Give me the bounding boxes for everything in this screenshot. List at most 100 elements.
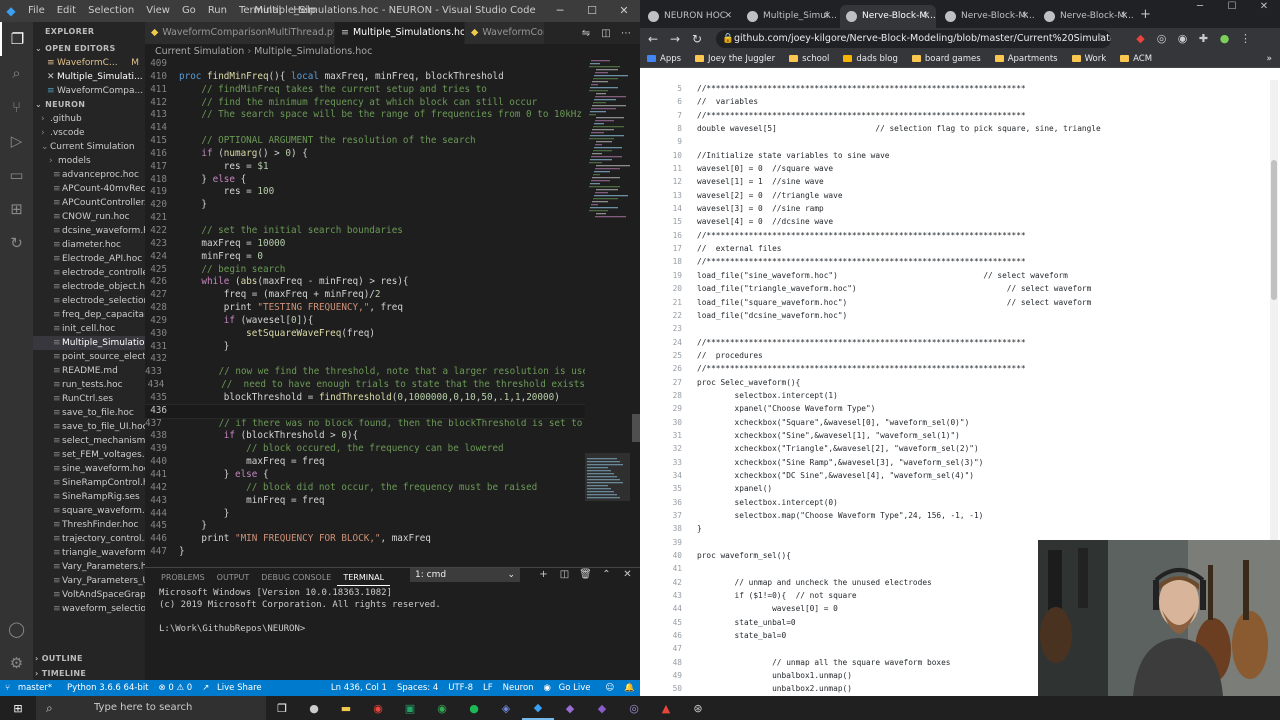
github-line-number[interactable]: 32 bbox=[657, 442, 697, 455]
menu-file[interactable]: File bbox=[22, 0, 51, 22]
github-line-number[interactable]: 25 bbox=[657, 349, 697, 362]
reload-icon[interactable]: ↻ bbox=[692, 28, 702, 50]
file-item[interactable]: ≡diameter.hoc bbox=[33, 238, 145, 252]
github-line-number[interactable]: 10 bbox=[657, 149, 697, 162]
browser-tab[interactable]: Nerve-Block-M... ✕ bbox=[1038, 5, 1134, 28]
go-live-item[interactable]: ◉ Go Live bbox=[539, 683, 601, 693]
browser-tab[interactable]: Multiple_Simul... ✕ bbox=[741, 5, 837, 28]
file-item[interactable]: ≡init_cell.hoc bbox=[33, 322, 145, 336]
github-line-number[interactable]: 20 bbox=[657, 282, 697, 295]
github-line-number[interactable]: 49 bbox=[657, 669, 697, 682]
close-icon[interactable]: ✕ bbox=[47, 70, 57, 84]
vscode-taskbar-icon[interactable]: ◆ bbox=[522, 696, 554, 720]
folder-item[interactable]: › .vscode bbox=[33, 126, 145, 140]
bookmark-star-icon[interactable]: ☆ bbox=[1096, 30, 1105, 48]
notifications-icon[interactable]: 🔔 bbox=[619, 683, 640, 693]
back-icon[interactable]: ← bbox=[648, 28, 658, 50]
file-item[interactable]: ≡square_waveform.hoc bbox=[33, 504, 145, 518]
chrome-taskbar-icon[interactable]: ◉ bbox=[362, 696, 394, 720]
chrome-menu-icon[interactable]: ⋮ bbox=[1235, 28, 1256, 50]
open-editor-item[interactable]: ≡ WaveformCompa... bbox=[33, 84, 145, 98]
maximize-panel-icon[interactable]: ⌃ bbox=[596, 568, 617, 582]
close-tab-icon[interactable]: ✕ bbox=[922, 5, 930, 28]
file-item[interactable]: ≡freq_dep_capacitanc... bbox=[33, 308, 145, 322]
file-item[interactable]: ≡point_source_electr... bbox=[33, 350, 145, 364]
bookmark-item[interactable]: school bbox=[782, 54, 836, 64]
editor-tab[interactable]: ◆ WaveformComparisonMultiThread.py bbox=[145, 22, 335, 44]
profile-avatar-icon[interactable]: ● bbox=[1214, 28, 1235, 50]
github-line-number[interactable]: 14 bbox=[657, 202, 697, 215]
remote-explorer-icon[interactable]: ▭ bbox=[0, 158, 33, 192]
github-line-number[interactable]: 38 bbox=[657, 522, 697, 535]
file-item[interactable]: ≡RunCtrl.ses bbox=[33, 392, 145, 406]
eol-item[interactable]: LF bbox=[478, 683, 498, 693]
github-line-number[interactable]: 44 bbox=[657, 602, 697, 615]
panel-tab-output[interactable]: OUTPUT bbox=[211, 570, 256, 586]
github-line-number[interactable]: 39 bbox=[657, 536, 697, 549]
language-mode-item[interactable]: Neuron bbox=[498, 683, 539, 693]
forward-icon[interactable]: → bbox=[670, 28, 680, 50]
indentation-item[interactable]: Spaces: 4 bbox=[392, 683, 443, 693]
file-item[interactable]: ≡ThreshFinder.hoc bbox=[33, 518, 145, 532]
spotify-icon[interactable]: ● bbox=[458, 696, 490, 720]
github-line-number[interactable]: 29 bbox=[657, 402, 697, 415]
file-item[interactable]: ≡save_to_file_UI.hoc bbox=[33, 420, 145, 434]
folder-item[interactable]: ⌄Current Simulation bbox=[33, 140, 145, 154]
terminal-output[interactable]: Microsoft Windows [Version 10.0.18363.10… bbox=[159, 587, 441, 635]
chrome-close-icon[interactable]: ✕ bbox=[1248, 0, 1280, 14]
app-icon[interactable]: ◉ bbox=[426, 696, 458, 720]
live-share-item[interactable]: ↗ Live Share bbox=[197, 683, 271, 693]
github-line-number[interactable]: 35 bbox=[657, 482, 697, 495]
visual-studio-icon[interactable]: ◆ bbox=[554, 696, 586, 720]
python-interpreter-item[interactable]: Python 3.6.6 64-bit bbox=[62, 683, 153, 693]
app-icon[interactable]: ⊛ bbox=[682, 696, 714, 720]
github-line-number[interactable]: 31 bbox=[657, 429, 697, 442]
menu-selection[interactable]: Selection bbox=[82, 0, 140, 22]
bookmark-item[interactable]: board games bbox=[905, 54, 988, 64]
file-item[interactable]: ≡Vary_Parameters.hoc bbox=[33, 560, 145, 574]
close-icon[interactable]: ✕ bbox=[608, 0, 640, 22]
github-line-number[interactable]: 24 bbox=[657, 336, 697, 349]
github-line-number[interactable]: 18 bbox=[657, 255, 697, 268]
git-branch-item[interactable]: ⑂ master* bbox=[0, 683, 62, 693]
github-line-number[interactable]: 21 bbox=[657, 296, 697, 309]
minimap[interactable] bbox=[585, 58, 630, 567]
close-tab-icon[interactable]: ✕ bbox=[1120, 5, 1128, 28]
kill-terminal-icon[interactable]: 🗑 bbox=[575, 568, 596, 582]
github-line-number[interactable]: 5 bbox=[657, 82, 697, 95]
compare-icon[interactable]: ⇋ bbox=[576, 28, 596, 39]
close-panel-icon[interactable]: ✕ bbox=[617, 568, 638, 582]
windows-start-icon[interactable]: ⊞ bbox=[0, 696, 36, 720]
bookmark-item[interactable]: Work bbox=[1065, 54, 1114, 64]
file-item[interactable]: ≡SineRampControl.hoc bbox=[33, 476, 145, 490]
panel-tab-terminal[interactable]: TERMINAL bbox=[337, 570, 391, 586]
close-tab-icon[interactable]: ✕ bbox=[1021, 5, 1029, 28]
github-line-number[interactable]: 41 bbox=[657, 562, 697, 575]
editor-tab[interactable]: ≡Multiple_Simulations.hoc✕ bbox=[335, 22, 465, 44]
github-line-number[interactable]: 46 bbox=[657, 629, 697, 642]
split-terminal-icon[interactable]: ◫ bbox=[554, 568, 575, 582]
github-line-number[interactable]: 26 bbox=[657, 362, 697, 375]
folder-item[interactable]: › models bbox=[33, 154, 145, 168]
file-item[interactable]: ≡electrode_object.hoc bbox=[33, 280, 145, 294]
file-item[interactable]: ≡Electrode_API.hoc bbox=[33, 252, 145, 266]
github-line-number[interactable]: 30 bbox=[657, 416, 697, 429]
github-line-number[interactable]: 8 bbox=[657, 122, 697, 135]
task-view-icon[interactable]: ❐ bbox=[266, 696, 298, 720]
live-share-icon[interactable]: ↻ bbox=[0, 226, 33, 260]
menu-edit[interactable]: Edit bbox=[51, 0, 82, 22]
obs-icon[interactable]: ◎ bbox=[618, 696, 650, 720]
explorer-icon[interactable]: ❐ bbox=[0, 22, 33, 56]
github-line-number[interactable]: 19 bbox=[657, 269, 697, 282]
terminal-select[interactable]: 1: cmd ⌄ bbox=[410, 568, 520, 582]
breadcrumb-folder[interactable]: Current Simulation bbox=[155, 46, 244, 57]
run-debug-icon[interactable]: ▷ bbox=[0, 124, 33, 158]
file-item[interactable]: ≡electrode_selection... bbox=[33, 294, 145, 308]
file-item[interactable]: ≡triangle_waveform.h... bbox=[33, 546, 145, 560]
github-line-number[interactable]: 40 bbox=[657, 549, 697, 562]
minimize-icon[interactable]: ─ bbox=[544, 0, 576, 22]
github-line-number[interactable]: 7 bbox=[657, 109, 697, 122]
browser-tab[interactable]: Nerve-Block-M... ✕ bbox=[840, 5, 936, 28]
github-line-number[interactable]: 42 bbox=[657, 576, 697, 589]
github-line-number[interactable]: 13 bbox=[657, 189, 697, 202]
